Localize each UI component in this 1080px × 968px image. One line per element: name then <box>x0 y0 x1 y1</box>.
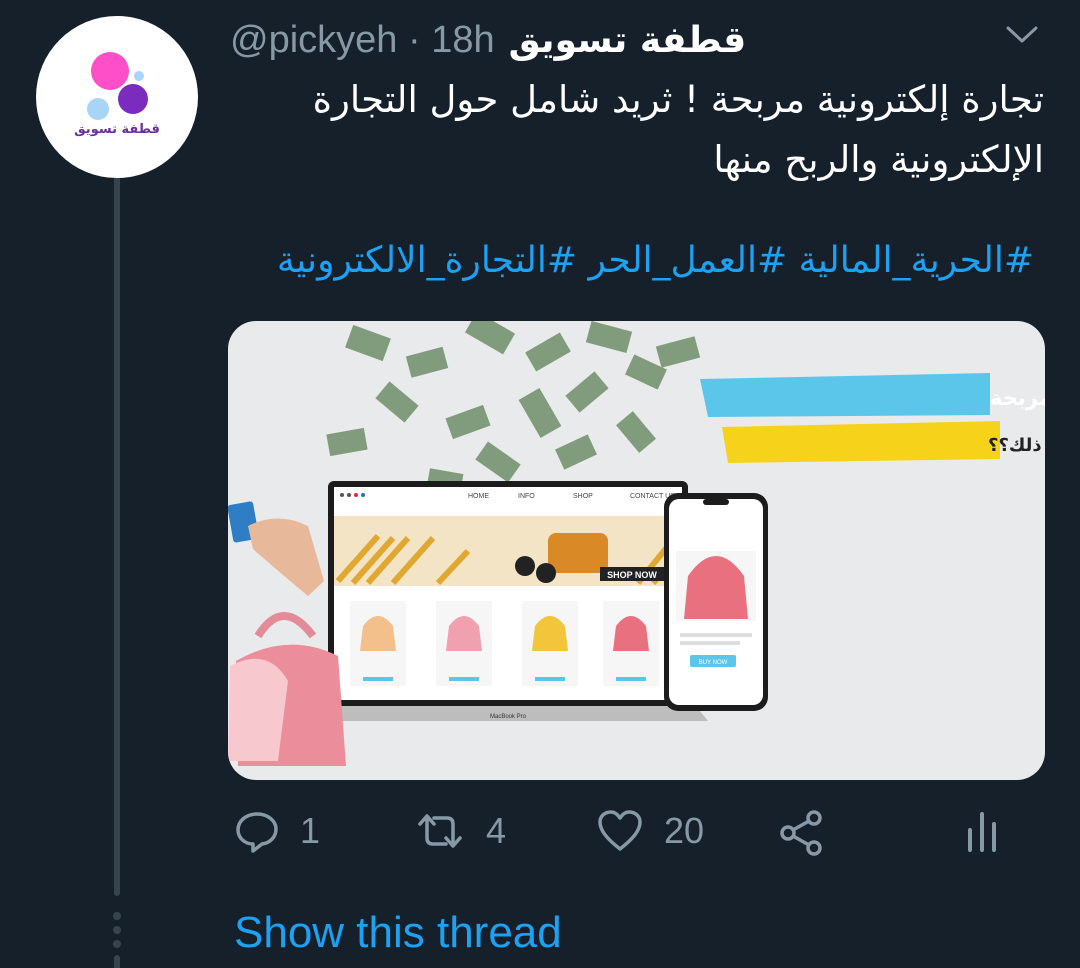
user-handle[interactable]: @pickyeh <box>230 19 397 61</box>
hand-card-illustration <box>228 501 324 596</box>
ecommerce-illustration: تجاره إلكترونية مربحة كيف يمكن تحقيق ذلك… <box>228 321 1045 766</box>
phone-illustration: BUY NOW <box>664 493 768 711</box>
laptop-illustration: HOME INFO SHOP CONTACT US SHOP NOW MacBo… <box>308 481 708 721</box>
tweet-header: @pickyeh · 18h قطفة تسويق <box>230 12 1000 68</box>
promo-banner: تجاره إلكترونية مربحة كيف يمكن تحقيق ذلك… <box>700 373 1045 463</box>
thread-connector-tail <box>114 955 120 968</box>
nav-item: INFO <box>518 493 535 500</box>
avatar[interactable]: قطفة تسويق <box>36 16 198 178</box>
retweet-icon[interactable] <box>414 808 466 854</box>
analytics-icon[interactable] <box>964 808 1000 854</box>
reply-count: 1 <box>300 810 321 851</box>
handle-time[interactable]: @pickyeh · 18h <box>230 19 495 62</box>
timestamp[interactable]: 18h <box>431 19 494 61</box>
logo-dot-small <box>134 71 144 81</box>
logo-circle-pink <box>91 52 129 90</box>
thread-dots <box>110 912 124 954</box>
nav-item: HOME <box>468 493 489 500</box>
tweet-text: تجارة إلكترونية مربحة ! ثريد شامل حول ال… <box>244 70 1044 190</box>
separator: · <box>407 18 421 61</box>
shop-now-label: SHOP NOW <box>607 570 657 580</box>
heart-icon[interactable] <box>596 808 644 854</box>
thread-connector-line <box>114 176 120 896</box>
laptop-label: MacBook Pro <box>490 714 527 720</box>
chevron-down-icon[interactable] <box>1004 22 1040 46</box>
banner-title: تجاره إلكترونية مربحة <box>990 386 1045 410</box>
analytics-action[interactable] <box>964 808 1000 854</box>
logo-circle-purple <box>118 84 148 114</box>
reply-icon[interactable] <box>234 808 280 854</box>
retweet-count: 4 <box>486 810 507 851</box>
buy-now-label: BUY NOW <box>699 660 728 666</box>
tweet-text-line2: الإلكترونية والربح منها <box>713 138 1044 181</box>
show-thread-link[interactable]: Show this thread <box>234 908 562 958</box>
hashtags[interactable]: #الحرية_المالية #العمل_الحر #التجارة_الا… <box>214 240 1034 281</box>
tweet-text-line1: تجارة إلكترونية مربحة ! ثريد شامل حول ال… <box>312 78 1044 121</box>
logo-circle-blue <box>87 98 109 120</box>
tweet-actions: 1 4 20 <box>230 808 1010 878</box>
display-name[interactable]: قطفة تسويق <box>509 20 747 61</box>
logo-text: قطفة تسويق <box>74 122 160 137</box>
retweet-action[interactable]: 4 <box>414 808 506 854</box>
like-count: 20 <box>664 810 705 851</box>
share-icon[interactable] <box>776 808 826 858</box>
tweet-media-image[interactable]: تجاره إلكترونية مربحة كيف يمكن تحقيق ذلك… <box>228 321 1045 780</box>
share-action[interactable] <box>776 808 826 858</box>
like-action[interactable]: 20 <box>596 808 704 854</box>
reply-action[interactable]: 1 <box>234 808 320 854</box>
nav-item: SHOP <box>573 493 593 500</box>
banner-subtitle: كيف يمكن تحقيق ذلك؟؟ <box>988 435 1045 456</box>
